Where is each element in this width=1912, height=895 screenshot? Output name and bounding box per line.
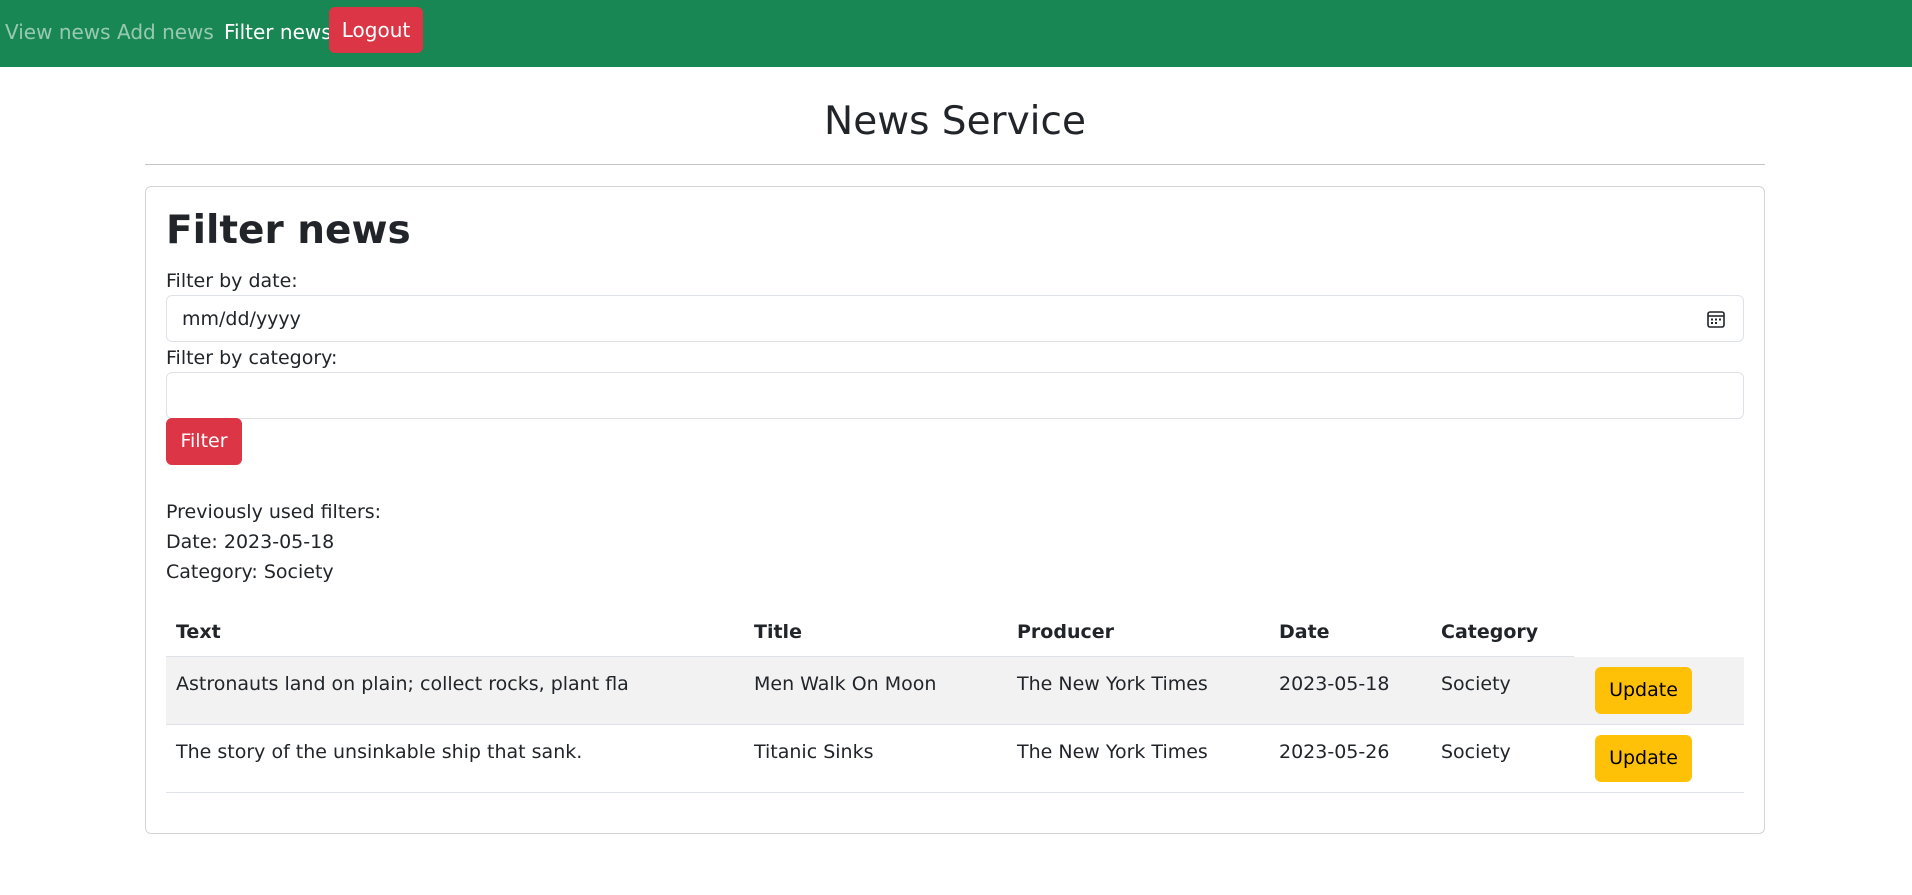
category-filter-input[interactable] (166, 372, 1744, 419)
date-filter-input[interactable]: mm/dd/yyyy (166, 295, 1744, 342)
previous-filter-date: Date: 2023-05-18 (166, 531, 335, 553)
logout-button[interactable]: Logout (329, 7, 423, 53)
calendar-icon[interactable] (1706, 309, 1726, 329)
column-header-producer: Producer (1017, 621, 1114, 643)
title-divider (145, 164, 1765, 165)
filter-button[interactable]: Filter (166, 418, 242, 465)
previous-filter-category: Category: Society (166, 561, 334, 583)
cell-date: 2023-05-26 (1279, 741, 1390, 763)
column-header-title: Title (754, 621, 802, 643)
update-button[interactable]: Update (1595, 667, 1692, 714)
cell-producer: The New York Times (1017, 741, 1208, 763)
category-filter-label: Filter by category: (166, 347, 338, 369)
date-filter-label: Filter by date: (166, 270, 298, 292)
top-navbar: View news Add news Filter news Logout (0, 0, 1912, 67)
nav-filter-news-link[interactable]: Filter news (224, 20, 332, 44)
nav-view-news-link[interactable]: View news (5, 20, 111, 44)
cell-category: Society (1441, 673, 1511, 695)
date-placeholder: mm/dd/yyyy (182, 308, 301, 330)
cell-text: Astronauts land on plain; collect rocks,… (176, 673, 629, 695)
column-header-category: Category (1441, 621, 1539, 643)
filter-heading: Filter news (166, 208, 411, 253)
cell-date: 2023-05-18 (1279, 673, 1390, 695)
cell-text: The story of the unsinkable ship that sa… (176, 741, 583, 763)
cell-category: Society (1441, 741, 1511, 763)
column-header-text: Text (176, 621, 221, 643)
cell-producer: The New York Times (1017, 673, 1208, 695)
cell-title: Titanic Sinks (754, 741, 874, 763)
nav-add-news-link[interactable]: Add news (117, 20, 214, 44)
update-button[interactable]: Update (1595, 735, 1692, 782)
previous-filters-heading: Previously used filters: (166, 501, 382, 523)
table-row: Astronauts land on plain; collect rocks,… (166, 657, 1744, 725)
column-header-date: Date (1279, 621, 1330, 643)
page-title: News Service (824, 99, 1086, 144)
cell-title: Men Walk On Moon (754, 673, 937, 695)
table-row: The story of the unsinkable ship that sa… (166, 725, 1744, 793)
